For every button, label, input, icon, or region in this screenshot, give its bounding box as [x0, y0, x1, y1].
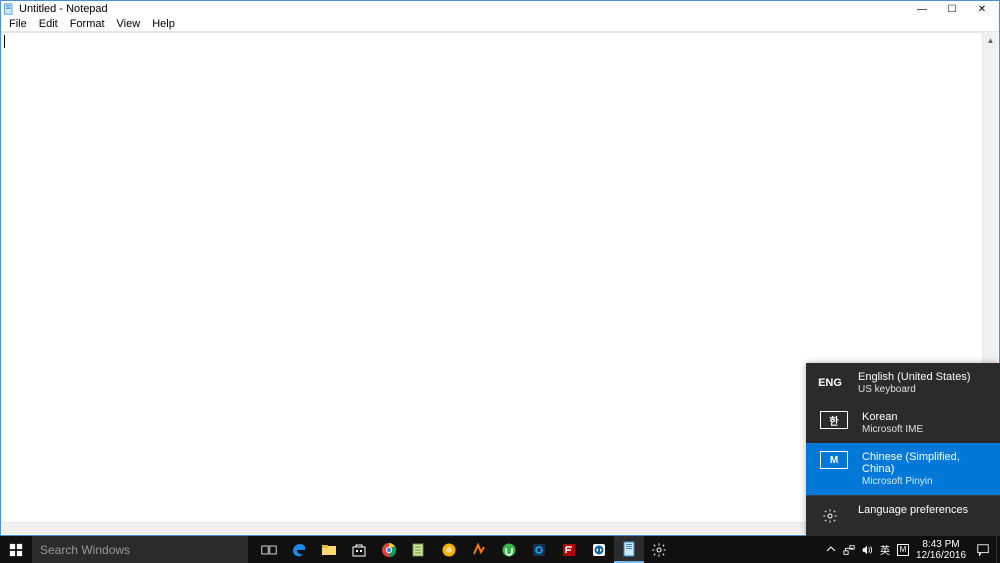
- notepad-icon: [3, 3, 15, 15]
- volume-icon[interactable]: [858, 536, 876, 563]
- chrome-icon[interactable]: [374, 536, 404, 563]
- clock[interactable]: 8:43 PM 12/16/2016: [912, 539, 970, 561]
- language-code-chinese: M: [820, 451, 848, 469]
- language-name: Korean: [862, 411, 923, 423]
- store-icon[interactable]: [344, 536, 374, 563]
- language-preferences-label: Language preferences: [858, 504, 968, 516]
- text-caret: [4, 35, 5, 48]
- file-explorer-icon[interactable]: [314, 536, 344, 563]
- clock-date: 12/16/2016: [916, 550, 966, 561]
- language-keyboard: US keyboard: [858, 384, 971, 395]
- menu-file[interactable]: File: [3, 18, 33, 30]
- app-icon-utorrent[interactable]: [494, 536, 524, 563]
- show-desktop-button[interactable]: [996, 536, 1000, 563]
- app-icon-iobit[interactable]: [524, 536, 554, 563]
- language-name: English (United States): [858, 371, 971, 383]
- language-name: Chinese (Simplified, China): [862, 451, 990, 475]
- action-center-icon[interactable]: [970, 543, 996, 557]
- menu-help[interactable]: Help: [146, 18, 181, 30]
- system-tray: 英 M 8:43 PM 12/16/2016: [822, 536, 1000, 563]
- maximize-button[interactable]: ☐: [937, 1, 967, 17]
- menu-view[interactable]: View: [111, 18, 147, 30]
- start-button[interactable]: [0, 536, 32, 563]
- minimize-button[interactable]: —: [907, 1, 937, 17]
- menubar: File Edit Format View Help: [1, 17, 999, 32]
- menu-format[interactable]: Format: [64, 18, 111, 30]
- language-option-chinese[interactable]: M Chinese (Simplified, China) Microsoft …: [806, 443, 1000, 495]
- app-icon-winamp[interactable]: [464, 536, 494, 563]
- language-preferences-button[interactable]: Language preferences: [806, 496, 1000, 536]
- scroll-up-icon[interactable]: ▲: [983, 32, 998, 48]
- edge-icon[interactable]: [284, 536, 314, 563]
- taskbar: Search Windows: [0, 536, 1000, 563]
- ime-language-indicator[interactable]: 英: [876, 536, 894, 563]
- app-icon-teamviewer[interactable]: [584, 536, 614, 563]
- language-switcher-flyout: ENG English (United States) US keyboard …: [806, 363, 1000, 536]
- task-view-button[interactable]: [254, 536, 284, 563]
- ime-mode-indicator[interactable]: M: [894, 536, 912, 563]
- app-icon-filezilla[interactable]: [554, 536, 584, 563]
- menu-edit[interactable]: Edit: [33, 18, 64, 30]
- clock-time: 8:43 PM: [922, 539, 959, 550]
- app-icon-notepadpp[interactable]: [404, 536, 434, 563]
- close-button[interactable]: ✕: [967, 1, 997, 17]
- gear-icon: [816, 504, 844, 528]
- titlebar[interactable]: Untitled - Notepad — ☐ ✕: [1, 1, 999, 17]
- app-icon-potplayer[interactable]: [434, 536, 464, 563]
- language-option-english[interactable]: ENG English (United States) US keyboard: [806, 363, 1000, 403]
- tray-overflow-icon[interactable]: [822, 536, 840, 563]
- language-option-korean[interactable]: 한 Korean Microsoft IME: [806, 403, 1000, 443]
- language-keyboard: Microsoft IME: [862, 424, 923, 435]
- search-placeholder: Search Windows: [40, 543, 130, 557]
- network-icon[interactable]: [840, 536, 858, 563]
- settings-icon[interactable]: [644, 536, 674, 563]
- search-input[interactable]: Search Windows: [32, 536, 248, 563]
- taskbar-app-notepad[interactable]: [614, 536, 644, 563]
- taskbar-pinned-apps: [254, 536, 674, 563]
- language-keyboard: Microsoft Pinyin: [862, 476, 990, 487]
- window-title: Untitled - Notepad: [19, 3, 108, 15]
- language-code-korean: 한: [820, 411, 848, 429]
- language-code-eng: ENG: [816, 371, 844, 395]
